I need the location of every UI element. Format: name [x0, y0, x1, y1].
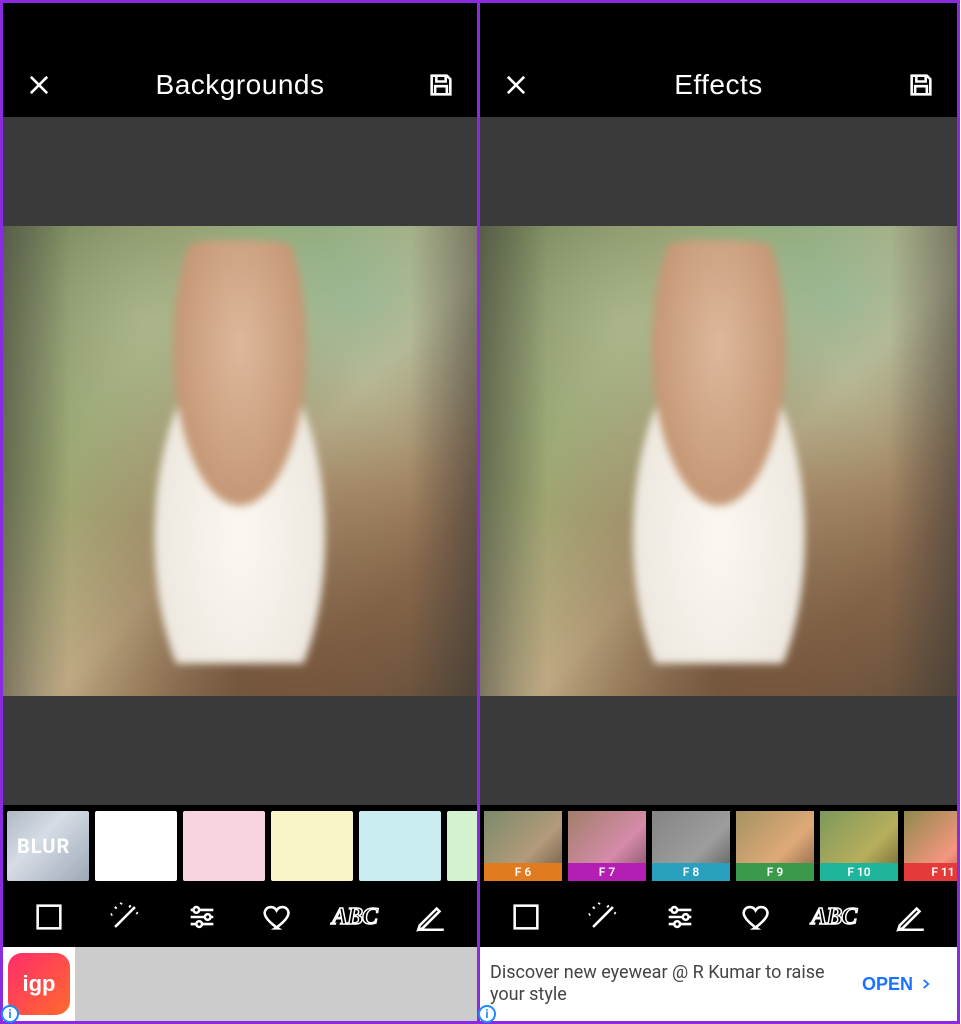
background-swatch[interactable]: [359, 811, 441, 881]
status-bar: [480, 3, 957, 53]
bottom-toolbar: ABC: [3, 887, 477, 947]
backgrounds-tool[interactable]: [27, 895, 71, 939]
text-tool[interactable]: ABC: [812, 895, 856, 939]
favorite-tool[interactable]: [256, 895, 300, 939]
app-header: Backgrounds: [3, 53, 477, 117]
swatch-label: BLUR: [11, 830, 76, 862]
effects-tool[interactable]: [103, 895, 147, 939]
effect-filter[interactable]: F 7: [568, 811, 646, 881]
effect-filter[interactable]: F 6: [484, 811, 562, 881]
draw-tool[interactable]: [409, 895, 453, 939]
close-icon[interactable]: [500, 69, 532, 101]
effect-filter[interactable]: F 10: [820, 811, 898, 881]
app-header: Effects: [480, 53, 957, 117]
filter-label: F 6: [484, 863, 562, 881]
ad-info-icon[interactable]: i: [1, 1005, 19, 1023]
ad-banner[interactable]: igp i: [3, 947, 477, 1021]
image-canvas[interactable]: [3, 117, 477, 805]
background-swatch-strip[interactable]: BLUR: [3, 805, 477, 887]
background-swatch[interactable]: BLUR: [7, 811, 89, 881]
phone-backgrounds: Backgrounds BLUR ABC igp i: [0, 0, 480, 1024]
header-title: Effects: [674, 69, 763, 101]
effect-filter[interactable]: F 11: [904, 811, 957, 881]
background-swatch[interactable]: [183, 811, 265, 881]
background-swatch[interactable]: [447, 811, 477, 881]
filter-label: F 9: [736, 863, 814, 881]
bottom-toolbar: ABC: [480, 887, 957, 947]
text-tool[interactable]: ABC: [332, 895, 376, 939]
adjust-tool[interactable]: [180, 895, 224, 939]
draw-tool[interactable]: [889, 895, 933, 939]
filter-label: F 8: [652, 863, 730, 881]
filter-label: F 10: [820, 863, 898, 881]
save-icon[interactable]: [905, 69, 937, 101]
effect-filter[interactable]: F 8: [652, 811, 730, 881]
edited-photo: [480, 226, 957, 696]
edited-photo: [3, 226, 477, 696]
effects-tool[interactable]: [581, 895, 625, 939]
filter-label: F 11: [904, 863, 957, 881]
status-bar: [3, 3, 477, 53]
ad-logo: igp: [8, 953, 70, 1015]
filter-label: F 7: [568, 863, 646, 881]
image-canvas[interactable]: [480, 117, 957, 805]
adjust-tool[interactable]: [658, 895, 702, 939]
favorite-tool[interactable]: [735, 895, 779, 939]
header-title: Backgrounds: [156, 69, 325, 101]
ad-open-button[interactable]: OPEN: [848, 964, 947, 1005]
ad-text: Discover new eyewear @ R Kumar to raise …: [490, 962, 838, 1007]
effects-filter-strip[interactable]: F 6 F 7 F 8 F 9 F 10 F 11: [480, 805, 957, 887]
backgrounds-tool[interactable]: [504, 895, 548, 939]
save-icon[interactable]: [425, 69, 457, 101]
close-icon[interactable]: [23, 69, 55, 101]
effect-filter[interactable]: F 9: [736, 811, 814, 881]
phone-effects: Effects F 6 F 7 F 8 F 9 F 10 F 11 ABC i Disco…: [480, 0, 960, 1024]
ad-info-icon[interactable]: i: [478, 1005, 496, 1023]
background-swatch[interactable]: [271, 811, 353, 881]
background-swatch[interactable]: [95, 811, 177, 881]
ad-banner[interactable]: i Discover new eyewear @ R Kumar to rais…: [480, 947, 957, 1021]
